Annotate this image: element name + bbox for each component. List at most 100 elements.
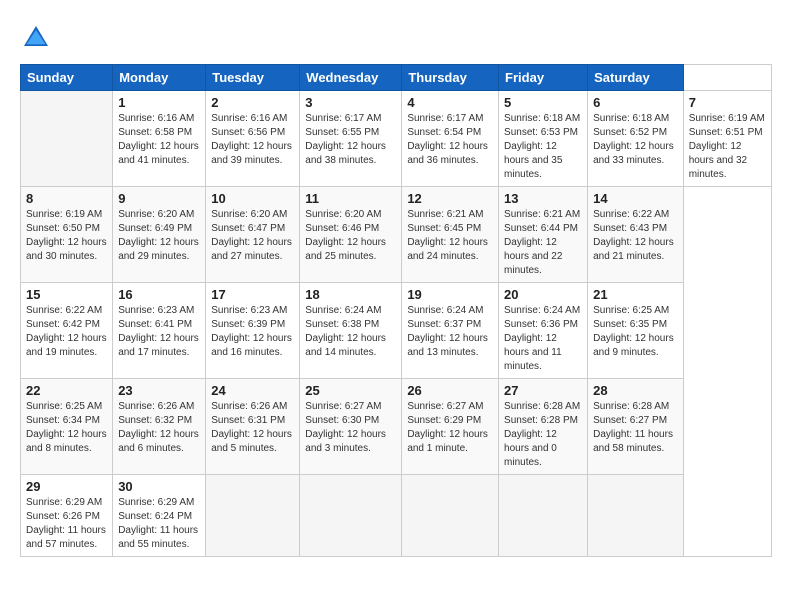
- calendar-day-cell: 13 Sunrise: 6:21 AMSunset: 6:44 PMDaylig…: [499, 187, 588, 283]
- day-info: Sunrise: 6:28 AMSunset: 6:28 PMDaylight:…: [504, 401, 580, 468]
- logo: [20, 22, 56, 54]
- day-number: 17: [211, 287, 294, 302]
- empty-cell: [21, 91, 113, 187]
- day-number: 5: [504, 95, 582, 110]
- calendar-day-cell: 24 Sunrise: 6:26 AMSunset: 6:31 PMDaylig…: [206, 379, 300, 475]
- day-info: Sunrise: 6:29 AMSunset: 6:26 PMDaylight:…: [26, 497, 106, 550]
- calendar-day-cell: 21 Sunrise: 6:25 AMSunset: 6:35 PMDaylig…: [588, 283, 684, 379]
- logo-icon: [20, 22, 52, 54]
- calendar-week-row: 8 Sunrise: 6:19 AMSunset: 6:50 PMDayligh…: [21, 187, 772, 283]
- calendar-day-cell: 8 Sunrise: 6:19 AMSunset: 6:50 PMDayligh…: [21, 187, 113, 283]
- day-number: 12: [407, 191, 493, 206]
- calendar-day-cell: 20 Sunrise: 6:24 AMSunset: 6:36 PMDaylig…: [499, 283, 588, 379]
- day-info: Sunrise: 6:17 AMSunset: 6:54 PMDaylight:…: [407, 113, 488, 166]
- day-info: Sunrise: 6:21 AMSunset: 6:45 PMDaylight:…: [407, 209, 488, 262]
- calendar-week-row: 15 Sunrise: 6:22 AMSunset: 6:42 PMDaylig…: [21, 283, 772, 379]
- calendar-day-cell: 25 Sunrise: 6:27 AMSunset: 6:30 PMDaylig…: [300, 379, 402, 475]
- day-number: 25: [305, 383, 396, 398]
- page: SundayMondayTuesdayWednesdayThursdayFrid…: [0, 0, 792, 569]
- calendar-day-cell: 10 Sunrise: 6:20 AMSunset: 6:47 PMDaylig…: [206, 187, 300, 283]
- calendar-week-row: 22 Sunrise: 6:25 AMSunset: 6:34 PMDaylig…: [21, 379, 772, 475]
- day-info: Sunrise: 6:22 AMSunset: 6:43 PMDaylight:…: [593, 209, 674, 262]
- calendar-day-cell: [402, 475, 499, 557]
- weekday-header: Monday: [113, 65, 206, 91]
- day-info: Sunrise: 6:26 AMSunset: 6:31 PMDaylight:…: [211, 401, 292, 454]
- header: [20, 18, 772, 54]
- calendar-week-row: 1 Sunrise: 6:16 AMSunset: 6:58 PMDayligh…: [21, 91, 772, 187]
- weekday-header: Wednesday: [300, 65, 402, 91]
- day-number: 18: [305, 287, 396, 302]
- day-number: 14: [593, 191, 678, 206]
- day-info: Sunrise: 6:28 AMSunset: 6:27 PMDaylight:…: [593, 401, 673, 454]
- day-info: Sunrise: 6:19 AMSunset: 6:50 PMDaylight:…: [26, 209, 107, 262]
- calendar-day-cell: 9 Sunrise: 6:20 AMSunset: 6:49 PMDayligh…: [113, 187, 206, 283]
- day-info: Sunrise: 6:27 AMSunset: 6:30 PMDaylight:…: [305, 401, 386, 454]
- weekday-header: Saturday: [588, 65, 684, 91]
- day-number: 1: [118, 95, 200, 110]
- calendar-day-cell: 28 Sunrise: 6:28 AMSunset: 6:27 PMDaylig…: [588, 379, 684, 475]
- calendar-body: 1 Sunrise: 6:16 AMSunset: 6:58 PMDayligh…: [21, 91, 772, 557]
- day-info: Sunrise: 6:25 AMSunset: 6:35 PMDaylight:…: [593, 305, 674, 358]
- day-number: 16: [118, 287, 200, 302]
- calendar-day-cell: 30 Sunrise: 6:29 AMSunset: 6:24 PMDaylig…: [113, 475, 206, 557]
- day-info: Sunrise: 6:20 AMSunset: 6:49 PMDaylight:…: [118, 209, 199, 262]
- day-info: Sunrise: 6:20 AMSunset: 6:46 PMDaylight:…: [305, 209, 386, 262]
- calendar-week-row: 29 Sunrise: 6:29 AMSunset: 6:26 PMDaylig…: [21, 475, 772, 557]
- day-number: 7: [689, 95, 766, 110]
- day-info: Sunrise: 6:26 AMSunset: 6:32 PMDaylight:…: [118, 401, 199, 454]
- day-number: 28: [593, 383, 678, 398]
- day-number: 26: [407, 383, 493, 398]
- day-number: 9: [118, 191, 200, 206]
- calendar-day-cell: 2 Sunrise: 6:16 AMSunset: 6:56 PMDayligh…: [206, 91, 300, 187]
- day-info: Sunrise: 6:19 AMSunset: 6:51 PMDaylight:…: [689, 113, 765, 180]
- day-number: 3: [305, 95, 396, 110]
- day-info: Sunrise: 6:18 AMSunset: 6:53 PMDaylight:…: [504, 113, 580, 180]
- day-number: 24: [211, 383, 294, 398]
- calendar-table: SundayMondayTuesdayWednesdayThursdayFrid…: [20, 64, 772, 557]
- calendar-day-cell: 11 Sunrise: 6:20 AMSunset: 6:46 PMDaylig…: [300, 187, 402, 283]
- day-info: Sunrise: 6:21 AMSunset: 6:44 PMDaylight:…: [504, 209, 580, 276]
- day-number: 20: [504, 287, 582, 302]
- day-info: Sunrise: 6:25 AMSunset: 6:34 PMDaylight:…: [26, 401, 107, 454]
- day-number: 30: [118, 479, 200, 494]
- calendar-day-cell: [499, 475, 588, 557]
- day-info: Sunrise: 6:22 AMSunset: 6:42 PMDaylight:…: [26, 305, 107, 358]
- calendar-day-cell: 14 Sunrise: 6:22 AMSunset: 6:43 PMDaylig…: [588, 187, 684, 283]
- day-info: Sunrise: 6:18 AMSunset: 6:52 PMDaylight:…: [593, 113, 674, 166]
- day-number: 13: [504, 191, 582, 206]
- calendar-day-cell: 6 Sunrise: 6:18 AMSunset: 6:52 PMDayligh…: [588, 91, 684, 187]
- day-number: 23: [118, 383, 200, 398]
- day-info: Sunrise: 6:17 AMSunset: 6:55 PMDaylight:…: [305, 113, 386, 166]
- day-info: Sunrise: 6:16 AMSunset: 6:58 PMDaylight:…: [118, 113, 199, 166]
- calendar-day-cell: 26 Sunrise: 6:27 AMSunset: 6:29 PMDaylig…: [402, 379, 499, 475]
- calendar-day-cell: 22 Sunrise: 6:25 AMSunset: 6:34 PMDaylig…: [21, 379, 113, 475]
- weekday-header: Thursday: [402, 65, 499, 91]
- day-number: 4: [407, 95, 493, 110]
- calendar-day-cell: [206, 475, 300, 557]
- day-number: 19: [407, 287, 493, 302]
- day-number: 27: [504, 383, 582, 398]
- calendar-day-cell: 15 Sunrise: 6:22 AMSunset: 6:42 PMDaylig…: [21, 283, 113, 379]
- calendar-day-cell: 23 Sunrise: 6:26 AMSunset: 6:32 PMDaylig…: [113, 379, 206, 475]
- day-number: 22: [26, 383, 107, 398]
- weekday-header: Sunday: [21, 65, 113, 91]
- calendar-day-cell: 18 Sunrise: 6:24 AMSunset: 6:38 PMDaylig…: [300, 283, 402, 379]
- calendar-day-cell: 29 Sunrise: 6:29 AMSunset: 6:26 PMDaylig…: [21, 475, 113, 557]
- day-number: 8: [26, 191, 107, 206]
- calendar-day-cell: 3 Sunrise: 6:17 AMSunset: 6:55 PMDayligh…: [300, 91, 402, 187]
- weekday-header: Friday: [499, 65, 588, 91]
- day-number: 29: [26, 479, 107, 494]
- day-info: Sunrise: 6:24 AMSunset: 6:36 PMDaylight:…: [504, 305, 580, 372]
- day-info: Sunrise: 6:23 AMSunset: 6:39 PMDaylight:…: [211, 305, 292, 358]
- calendar-day-cell: [588, 475, 684, 557]
- calendar-day-cell: 1 Sunrise: 6:16 AMSunset: 6:58 PMDayligh…: [113, 91, 206, 187]
- day-number: 21: [593, 287, 678, 302]
- calendar-day-cell: 16 Sunrise: 6:23 AMSunset: 6:41 PMDaylig…: [113, 283, 206, 379]
- day-number: 2: [211, 95, 294, 110]
- calendar-day-cell: [300, 475, 402, 557]
- calendar-day-cell: 12 Sunrise: 6:21 AMSunset: 6:45 PMDaylig…: [402, 187, 499, 283]
- day-info: Sunrise: 6:16 AMSunset: 6:56 PMDaylight:…: [211, 113, 292, 166]
- day-number: 10: [211, 191, 294, 206]
- calendar-day-cell: 17 Sunrise: 6:23 AMSunset: 6:39 PMDaylig…: [206, 283, 300, 379]
- calendar-day-cell: 19 Sunrise: 6:24 AMSunset: 6:37 PMDaylig…: [402, 283, 499, 379]
